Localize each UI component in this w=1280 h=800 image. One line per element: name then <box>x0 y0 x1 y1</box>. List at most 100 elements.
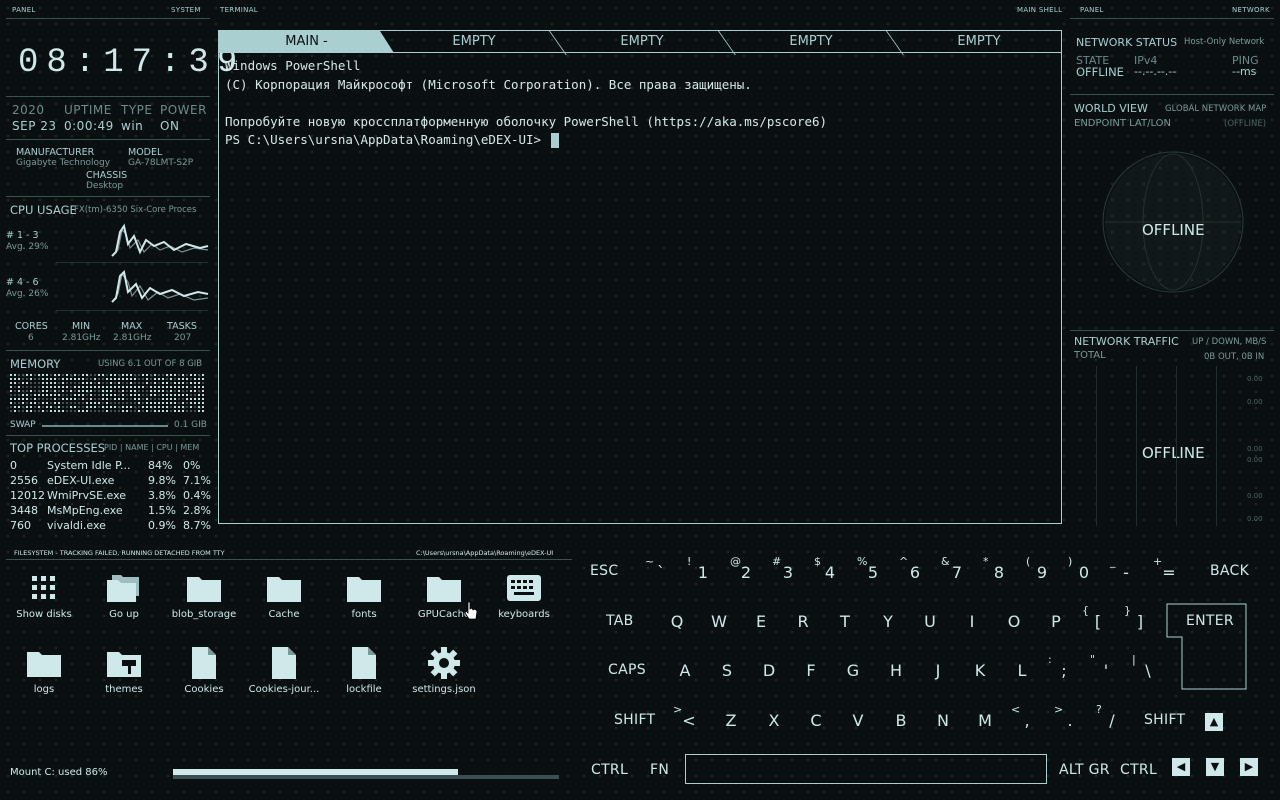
keyboard-key[interactable]: F <box>793 661 829 680</box>
keyboard-key[interactable]: Z <box>713 711 749 730</box>
swap-bar <box>42 425 168 427</box>
keyboard-key[interactable]: :; <box>1046 653 1082 680</box>
tab-empty-2[interactable]: EMPTY <box>557 31 727 53</box>
keyboard-key[interactable]: O <box>996 612 1032 631</box>
file-item[interactable]: fonts <box>324 571 404 620</box>
keyboard-key[interactable]: B <box>883 711 919 730</box>
keyboard-key[interactable]: @2 <box>728 555 764 582</box>
keyboard-key[interactable]: E <box>743 612 779 631</box>
keyboard-key[interactable]: K <box>962 661 998 680</box>
traffic-gridline <box>1176 366 1177 526</box>
keyboard-key[interactable]: M <box>967 711 1003 730</box>
keyboard-key[interactable]: J <box>920 661 956 680</box>
mouse-pointer-icon <box>465 601 478 620</box>
keyboard-key[interactable]: * 8 <box>981 555 1017 582</box>
key-ctrl-right[interactable]: CTRL <box>1120 762 1157 778</box>
keyboard-key[interactable]: }] <box>1122 604 1158 631</box>
key-shift-left[interactable]: SHIFT <box>614 712 655 728</box>
file-item[interactable]: Cookies-jour... <box>244 646 324 695</box>
cpu-max-label: MAX <box>121 321 143 332</box>
keyboard-key[interactable]: <, <box>1009 703 1045 730</box>
key-tab[interactable]: TAB <box>606 613 634 629</box>
keyboard-key[interactable]: G <box>835 661 871 680</box>
keyboard-key[interactable]: A <box>667 661 703 680</box>
keyboard-key[interactable]: | \ <box>1130 653 1166 680</box>
keyboard-key[interactable]: % 5 <box>855 555 891 582</box>
cpu-min-value: 2.81GHz <box>62 333 101 343</box>
keyboard-key[interactable]: V <box>840 711 876 730</box>
file-item[interactable]: lockfile <box>324 646 404 695</box>
keyboard-key[interactable]: Y <box>870 612 906 631</box>
keyboard-key[interactable]: ) 0 <box>1066 555 1102 582</box>
key-fn[interactable]: FN <box>650 762 669 778</box>
divider <box>6 350 210 351</box>
key-label: 3 <box>782 563 794 582</box>
file-item-label: Go up <box>109 609 139 620</box>
tab-empty-4[interactable]: EMPTY <box>894 31 1064 53</box>
keyboard-key[interactable]: P <box>1038 612 1074 631</box>
keyboard-key[interactable]: ? / <box>1094 703 1130 730</box>
keyboard-key[interactable]: X <box>756 711 792 730</box>
mount-label: Mount C: used 86% <box>10 767 108 778</box>
key-label: E <box>755 612 767 631</box>
tab-empty-1[interactable]: EMPTY <box>389 31 559 53</box>
divider <box>56 310 208 311</box>
file-item[interactable]: themes <box>84 646 164 695</box>
key-backspace[interactable]: BACK <box>1210 563 1249 579</box>
keyboard-key[interactable]: L <box>1004 661 1040 680</box>
key-space[interactable] <box>685 754 1047 784</box>
keyboard-key[interactable]: Q <box>659 612 695 631</box>
tab-empty-3[interactable]: EMPTY <box>726 31 896 53</box>
arrow-right-icon[interactable]: ▶ <box>1240 758 1258 776</box>
keyboard-key[interactable]: N <box>925 711 961 730</box>
keyboard-key[interactable]: I <box>954 612 990 631</box>
keyboard-key[interactable]: " ' <box>1088 653 1124 680</box>
file-item[interactable]: settings.json <box>404 646 484 695</box>
file-item[interactable]: keyboards <box>484 571 564 620</box>
file-item[interactable]: Go up <box>84 571 164 620</box>
keyboard-key[interactable]: _ - <box>1108 555 1144 582</box>
tab-main[interactable]: MAIN - <box>219 31 394 53</box>
keyboard-key[interactable]: $4 <box>812 555 848 582</box>
keyboard-key[interactable]: D <box>751 661 787 680</box>
keyboard-key[interactable]: S <box>709 661 745 680</box>
keyboard-key[interactable]: >. <box>1052 703 1088 730</box>
keyboard-key[interactable]: (9 <box>1024 555 1060 582</box>
key-esc[interactable]: ESC <box>590 563 618 579</box>
keyboard-key[interactable]: W <box>701 612 737 631</box>
file-item[interactable]: blob_storage <box>164 571 244 620</box>
file-item[interactable]: logs <box>4 646 84 695</box>
keyboard-key[interactable]: C <box>798 711 834 730</box>
keyboard-key[interactable]: ^ 6 <box>897 555 933 582</box>
keyboard-key[interactable]: #3 <box>770 555 806 582</box>
file-item[interactable]: Cache <box>244 571 324 620</box>
key-altgr[interactable]: ALT GR <box>1059 762 1110 778</box>
keyboard-key[interactable]: {[ <box>1080 604 1116 631</box>
key-shift-label: < <box>1011 703 1021 716</box>
keyboard-key[interactable]: ! 1 <box>685 555 721 582</box>
key-label: L <box>1017 661 1027 680</box>
folder-icon <box>4 646 84 680</box>
terminal-prompt-line[interactable]: PS C:\Users\ursna\AppData\Roaming\eDEX-U… <box>225 131 827 150</box>
terminal-window[interactable]: MAIN - EMPTY EMPTY EMPTY EMPTY Windows P… <box>218 30 1062 524</box>
file-item[interactable]: Cookies <box>164 646 244 695</box>
arrow-down-icon[interactable]: ▼ <box>1206 758 1224 776</box>
keyboard-key[interactable]: U <box>912 612 948 631</box>
keyboard-key[interactable]: > < <box>671 703 707 730</box>
keyboard-key[interactable]: H <box>878 661 914 680</box>
keyboard-key[interactable]: + = <box>1151 555 1187 582</box>
key-caps[interactable]: CAPS <box>608 662 646 678</box>
keyboard-key[interactable]: T <box>827 612 863 631</box>
arrow-up-icon[interactable]: ▲ <box>1205 713 1223 731</box>
keyboard-key[interactable]: ~ ` <box>643 555 679 582</box>
arrow-left-icon[interactable]: ◀ <box>1172 758 1190 776</box>
key-shift-right[interactable]: SHIFT <box>1144 712 1185 728</box>
cpu-graph-2 <box>111 269 209 303</box>
keyboard-key[interactable]: & 7 <box>939 555 975 582</box>
key-ctrl-left[interactable]: CTRL <box>591 762 628 778</box>
keyboard-key[interactable]: R <box>785 612 821 631</box>
key-shift-label: * <box>983 555 989 568</box>
divider <box>6 196 210 197</box>
terminal-cursor <box>550 133 559 148</box>
file-item[interactable]: Show disks <box>4 571 84 620</box>
